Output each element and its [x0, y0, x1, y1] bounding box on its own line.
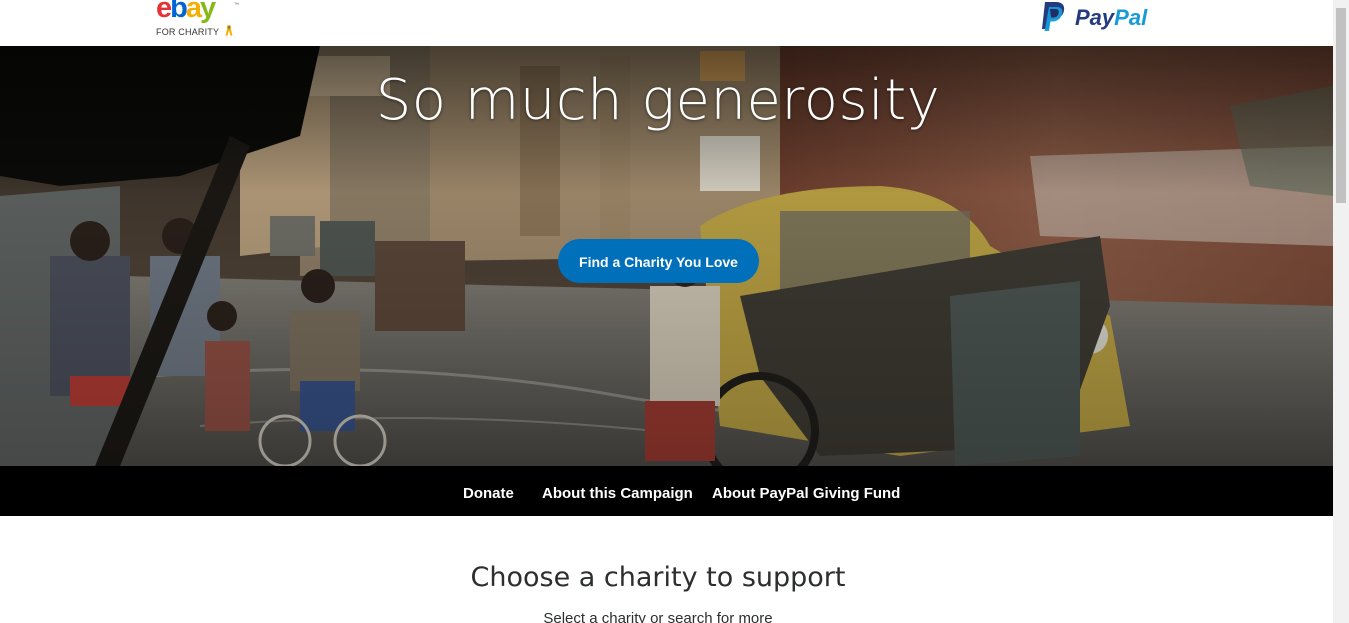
- section-title: Choose a charity to support: [470, 562, 846, 593]
- paypal-wordmark: PayPal: [1075, 5, 1148, 30]
- campaign-nav: Donate About this Campaign About PayPal …: [0, 466, 1333, 516]
- hero-title: So much generosity: [375, 68, 941, 133]
- paypal-p-icon: [1042, 2, 1065, 31]
- paypal-logo[interactable]: PayPal: [1040, 1, 1170, 33]
- nav-donate-link[interactable]: Donate: [463, 466, 514, 516]
- hero-banner: So much generosity Find a Charity You Lo…: [0, 46, 1333, 466]
- ebay-for-charity-logo[interactable]: ebay ™ FOR CHARITY: [156, 0, 246, 42]
- site-header: ebay ™ FOR CHARITY PayPal: [0, 0, 1333, 46]
- nav-about-campaign-link[interactable]: About this Campaign: [542, 466, 693, 516]
- scrollbar-thumb[interactable]: [1336, 8, 1346, 203]
- trademark-mark: ™: [234, 2, 239, 8]
- ebay-wordmark: ebay: [156, 0, 216, 24]
- page-scrollbar[interactable]: [1333, 0, 1349, 623]
- section-subtitle: Select a charity or search for more: [543, 610, 773, 623]
- find-charity-button[interactable]: Find a Charity You Love: [558, 239, 759, 283]
- page: ebay ™ FOR CHARITY PayPal So much genero…: [0, 0, 1333, 623]
- nav-about-giving-fund-link[interactable]: About PayPal Giving Fund: [712, 466, 900, 516]
- ribbon-icon: [225, 25, 233, 36]
- for-charity-label: FOR CHARITY: [156, 27, 220, 37]
